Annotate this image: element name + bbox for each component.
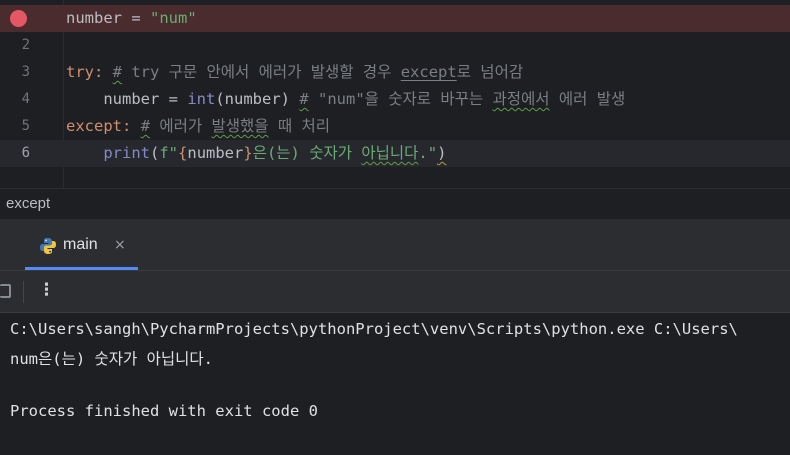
code-line-1[interactable]: number = "num"	[0, 5, 790, 32]
panel-divider	[0, 219, 790, 227]
run-tab-label: main	[63, 236, 98, 253]
breadcrumb-item[interactable]: except	[6, 195, 50, 212]
code-line-5[interactable]: 5 except: # 에러가 발생했을 때 처리	[0, 113, 790, 140]
run-toolbar: ⋮	[0, 271, 790, 313]
more-options-icon[interactable]: ⋮	[38, 280, 55, 300]
close-tab-icon[interactable]: ×	[114, 237, 126, 253]
code-editor[interactable]: number = "num" 2 3 try: # try 구문 안에서 에러가…	[0, 0, 790, 188]
run-tab-main[interactable]: main ×	[25, 227, 138, 270]
breakpoint-icon[interactable]	[10, 10, 27, 27]
console-line: Process finished with exit code 0	[10, 402, 318, 420]
line-number[interactable]: 3	[0, 59, 30, 86]
code-line-2[interactable]: 2	[0, 32, 790, 59]
code-line-4[interactable]: 4 number = int(number) # "num"을 숫자로 바꾸는 …	[0, 86, 790, 113]
line-number[interactable]: 5	[0, 113, 30, 140]
stop-icon[interactable]	[0, 284, 11, 298]
code-text: try: # try 구문 안에서 에러가 발생할 경우 except로 넘어감	[66, 63, 524, 81]
code-line-3[interactable]: 3 try: # try 구문 안에서 에러가 발생할 경우 except로 넘…	[0, 59, 790, 86]
code-text: number = "num"	[66, 9, 197, 27]
console-line: C:\Users\sangh\PycharmProjects\pythonPro…	[10, 320, 738, 338]
code-line-6[interactable]: 6 print(f"{number}은(는) 숫자가 아닙니다.")	[0, 140, 790, 167]
run-tool-window-tabs: main ×	[0, 227, 790, 271]
code-text: number = int(number) # "num"을 숫자로 바꾸는 과정…	[66, 90, 626, 108]
line-number[interactable]: 4	[0, 86, 30, 113]
line-number[interactable]: 6	[0, 140, 30, 167]
breadcrumb[interactable]: except	[0, 188, 790, 219]
code-text: print(f"{number}은(는) 숫자가 아닙니다.")	[103, 144, 447, 162]
python-icon	[40, 238, 56, 254]
line-number[interactable]: 2	[0, 32, 30, 59]
toolbar-separator	[23, 281, 24, 303]
console-output[interactable]: C:\Users\sangh\PycharmProjects\pythonPro…	[0, 313, 790, 455]
code-text: except: # 에러가 발생했을 때 처리	[66, 117, 330, 135]
console-line: num은(는) 숫자가 아닙니다.	[10, 350, 213, 368]
active-tab-indicator	[25, 267, 138, 270]
